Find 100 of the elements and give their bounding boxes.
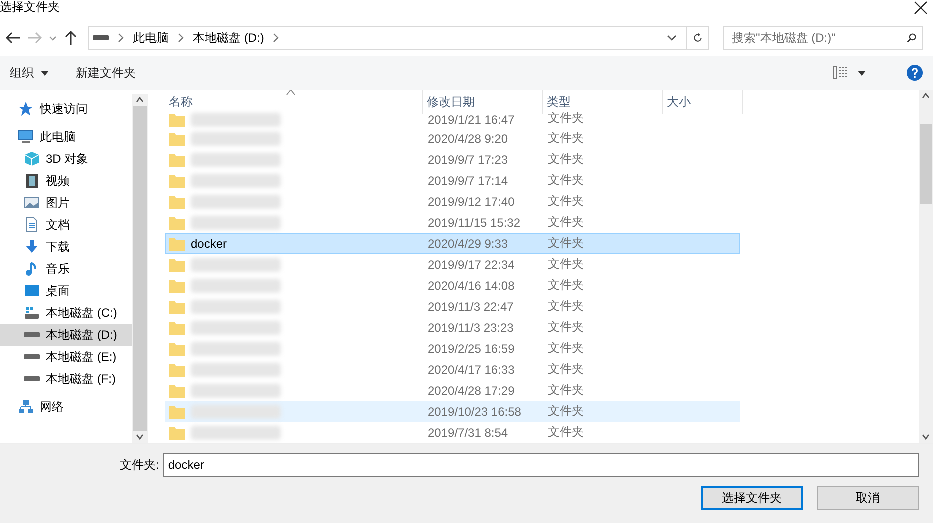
- date-cell-text: 2019/7/31 8:54: [427, 426, 510, 440]
- sidebar-item[interactable]: 快速访问: [0, 98, 132, 120]
- breadcrumb[interactable]: 此电脑: [133, 30, 169, 46]
- scrollbar[interactable]: [919, 90, 933, 443]
- file-row[interactable]: 2020/4/16 14:08 文件夹: [165, 275, 740, 296]
- help-icon[interactable]: [907, 65, 923, 81]
- network-icon: [18, 399, 34, 415]
- dialog-button[interactable]: 选择文件夹: [701, 486, 803, 510]
- sidebar-item[interactable]: 图片: [0, 192, 132, 214]
- chevron-right-icon[interactable]: [272, 33, 280, 43]
- sidebar-item[interactable]: 此电脑: [0, 126, 132, 148]
- date-cell-text: 2019/10/23 16:58: [427, 404, 522, 418]
- date-cell-text: 2019/11/3 23:23: [427, 320, 515, 334]
- folder-icon: [169, 404, 185, 418]
- type-cell-text: 文件夹: [547, 424, 585, 441]
- date-cell-text: 2019/11/15 15:32: [427, 216, 522, 230]
- folder-label: 文件夹:: [120, 456, 160, 474]
- file-row[interactable]: 2019/9/12 17:40 文件夹: [165, 191, 740, 212]
- file-row[interactable]: 2019/9/17 22:34 文件夹: [165, 254, 740, 275]
- type-cell-text: 文件夹: [547, 382, 585, 399]
- folder-icon: [169, 216, 185, 230]
- search-icon[interactable]: [907, 32, 917, 44]
- sidebar-item[interactable]: 下载: [0, 236, 132, 258]
- organize-menu-button[interactable]: 组织: [10, 64, 50, 82]
- folder-icon: [169, 132, 185, 146]
- file-row[interactable]: 2019/2/25 16:59 文件夹: [165, 338, 740, 359]
- sidebar-item[interactable]: 本地磁盘 (C:): [0, 302, 132, 324]
- folder-name-field[interactable]: docker: [163, 453, 919, 477]
- file-row[interactable]: 2019/9/7 17:14 文件夹: [165, 170, 740, 191]
- type-cell-text: 文件夹: [547, 298, 585, 315]
- date-cell-text: 2020/4/29 9:33: [427, 236, 510, 250]
- sidebar-item[interactable]: 视频: [0, 170, 132, 192]
- scrollbar-thumb[interactable]: [133, 106, 147, 431]
- sidebar-item[interactable]: 3D 对象: [0, 148, 132, 170]
- folder-icon: [169, 236, 185, 250]
- drive-icon: [24, 354, 40, 360]
- cube-icon: [24, 151, 40, 167]
- folder-icon: [169, 426, 185, 440]
- type-cell-text: 文件夹: [547, 340, 585, 357]
- sidebar-item[interactable]: 网络: [0, 396, 132, 418]
- window-title: 选择文件夹: [0, 0, 60, 14]
- dialog-button[interactable]: 取消: [817, 486, 919, 510]
- file-row[interactable]: 2020/4/28 17:29 文件夹: [165, 380, 740, 401]
- type-cell-text: 文件夹: [547, 172, 585, 189]
- date-cell-text: 2019/9/7 17:14: [427, 174, 510, 188]
- sidebar-item[interactable]: 本地磁盘 (E:): [0, 346, 132, 368]
- sidebar-item[interactable]: 音乐: [0, 258, 132, 280]
- folder-icon: [169, 194, 185, 208]
- film-icon: [24, 173, 40, 189]
- date-cell-text: 2019/2/25 16:59: [427, 342, 516, 356]
- type-cell-text: 文件夹: [547, 319, 585, 336]
- date-cell-text: 2020/4/16 14:08: [427, 278, 516, 292]
- scrollbar[interactable]: [132, 94, 148, 443]
- column-header[interactable]: 修改日期: [423, 90, 543, 114]
- file-row[interactable]: 2019/7/31 8:54 文件夹: [165, 422, 740, 443]
- picture-icon: [24, 195, 40, 211]
- chevron-down-icon[interactable]: [666, 33, 678, 43]
- folder-icon: [169, 174, 185, 188]
- date-cell-text: 2020/4/28 17:29: [427, 384, 516, 398]
- type-cell-text: 文件夹: [547, 361, 585, 378]
- refresh-icon[interactable]: [692, 32, 702, 44]
- sidebar-item[interactable]: 文档: [0, 214, 132, 236]
- folder-icon: [169, 258, 185, 272]
- file-row[interactable]: 2019/9/7 17:23 文件夹: [165, 149, 740, 170]
- breadcrumb[interactable]: 本地磁盘 (D:): [193, 30, 264, 46]
- file-name: docker: [191, 236, 228, 250]
- date-cell-text: 2020/4/17 16:33: [427, 362, 516, 376]
- star-icon: [18, 101, 34, 117]
- new-folder-button[interactable]: 新建文件夹: [76, 64, 136, 82]
- close-icon[interactable]: [913, 0, 929, 16]
- folder-icon: [169, 300, 185, 314]
- folder-icon: [169, 113, 185, 127]
- scrollbar-thumb[interactable]: [920, 124, 932, 204]
- sort-caret-icon: [286, 90, 296, 96]
- type-cell-text: 文件夹: [547, 130, 585, 147]
- drive-icon: [93, 35, 109, 41]
- chevron-right-icon[interactable]: [177, 33, 185, 43]
- folder-icon: [169, 278, 185, 292]
- file-row[interactable]: 2019/11/3 23:23 文件夹: [165, 317, 740, 338]
- sidebar-item[interactable]: 本地磁盘 (F:): [0, 368, 132, 390]
- column-header[interactable]: 类型: [543, 90, 663, 114]
- drive-icon: [24, 332, 40, 338]
- file-row[interactable]: 2020/4/17 16:33 文件夹: [165, 359, 740, 380]
- file-row[interactable]: 2020/4/28 9:20 文件夹: [165, 128, 740, 149]
- drive-icon: [24, 305, 40, 321]
- view-options-icon[interactable]: [833, 65, 849, 81]
- column-header[interactable]: 大小: [663, 90, 743, 114]
- file-row[interactable]: 2019/11/15 15:32 文件夹: [165, 212, 740, 233]
- type-cell-text: 文件夹: [547, 193, 585, 210]
- file-row[interactable]: 2019/10/23 16:58 文件夹: [165, 401, 740, 422]
- address-bar[interactable]: 此电脑 本地磁盘 (D:): [88, 26, 709, 50]
- sidebar-item[interactable]: 本地磁盘 (D:): [0, 324, 132, 346]
- file-row[interactable]: docker 2020/4/29 9:33 文件夹: [165, 233, 740, 254]
- file-row[interactable]: 2019/11/3 22:47 文件夹: [165, 296, 740, 317]
- search-field[interactable]: 搜索"本地磁盘 (D:)": [723, 26, 923, 50]
- sidebar-item[interactable]: 桌面: [0, 280, 132, 302]
- type-cell-text: 文件夹: [547, 235, 585, 252]
- type-cell-text: 文件夹: [547, 256, 585, 273]
- date-cell-text: 2019/9/7 17:23: [427, 152, 510, 166]
- folder-icon: [169, 384, 185, 398]
